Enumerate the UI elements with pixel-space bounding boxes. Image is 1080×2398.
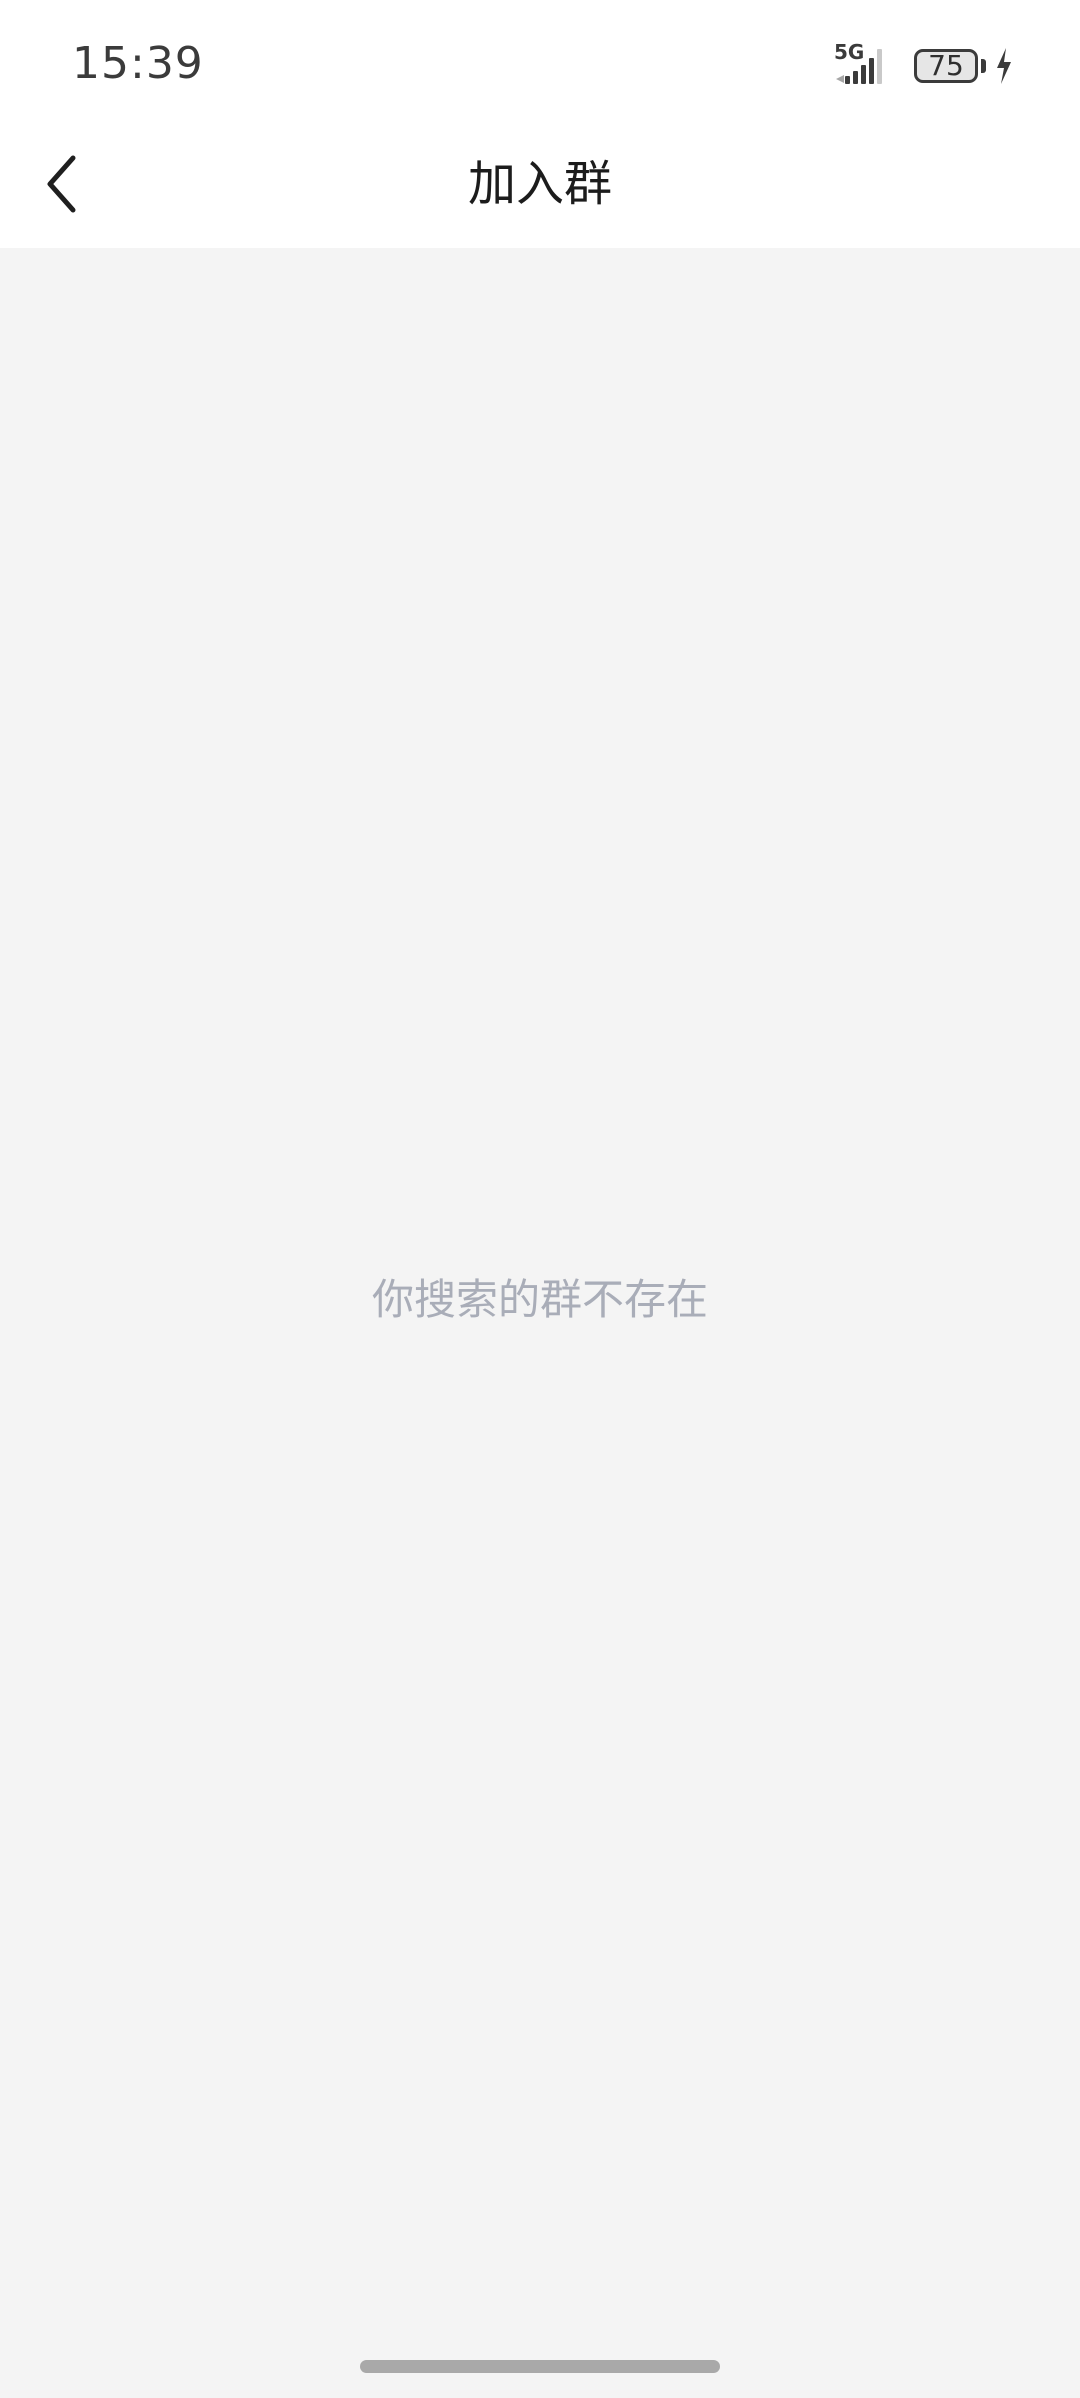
signal-icon — [836, 49, 882, 84]
status-bar: 15:39 5G 75 — [0, 0, 1080, 120]
empty-state-message: 你搜索的群不存在 — [371, 1275, 708, 1324]
back-button[interactable] — [24, 146, 100, 222]
charging-icon — [997, 48, 1011, 84]
status-indicators: 5G 75 — [834, 40, 1014, 90]
chevron-left-icon — [47, 155, 76, 213]
home-indicator[interactable] — [360, 2360, 720, 2373]
page-title: 加入群 — [467, 156, 612, 212]
app-header: 加入群 — [0, 120, 1080, 248]
signal-indicator: 5G — [834, 40, 896, 88]
battery-level: 75 — [928, 49, 964, 82]
search-result-area: 你搜索的群不存在 — [0, 248, 1080, 2398]
status-time: 15:39 — [72, 38, 204, 89]
battery-tip — [981, 59, 986, 73]
battery-icon: 75 — [914, 49, 978, 83]
